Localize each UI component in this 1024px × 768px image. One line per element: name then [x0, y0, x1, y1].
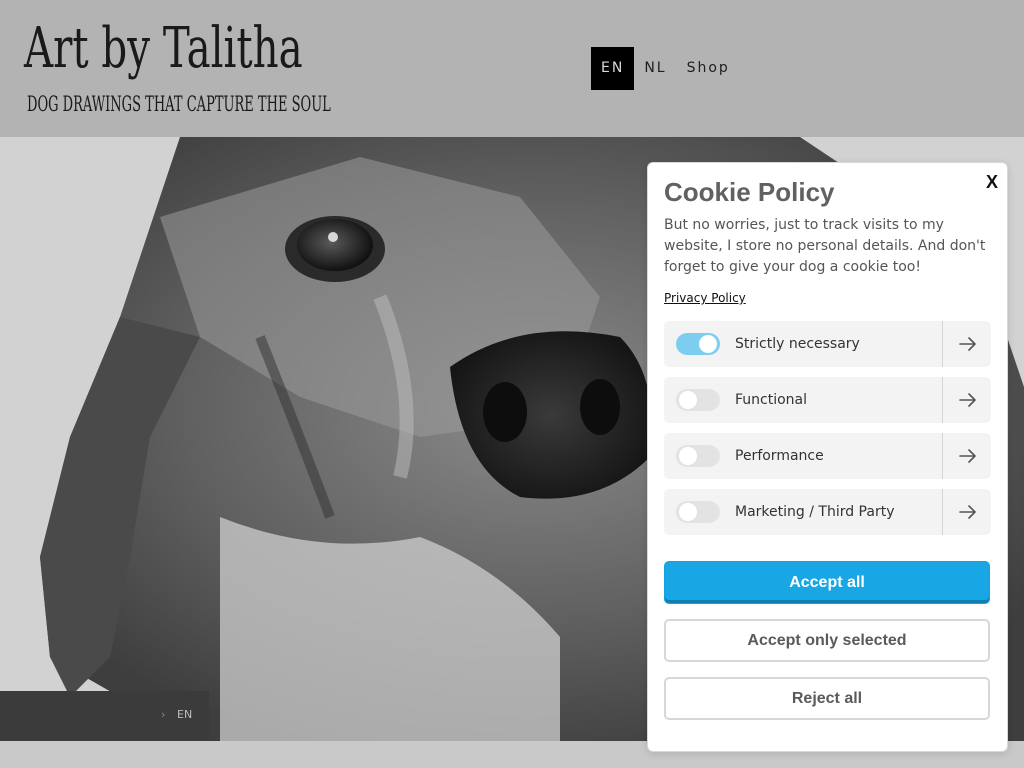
cookie-dialog: Cookie Policy X But no worries, just to … — [647, 162, 1008, 752]
toggle-knob — [679, 503, 697, 521]
close-button[interactable]: X — [985, 171, 999, 192]
language-selector-bar[interactable]: › EN — [0, 691, 209, 741]
site-logo[interactable]: Art by Talitha DOG DRAWINGS THAT CAPTURE… — [24, 14, 331, 124]
marketing-toggle[interactable] — [676, 501, 720, 523]
current-language-label: EN — [177, 708, 193, 721]
functional-toggle[interactable] — [676, 389, 720, 411]
accept-all-button[interactable]: Accept all — [664, 561, 990, 604]
nav-item-nl[interactable]: NL — [634, 47, 676, 90]
toggle-knob — [679, 391, 697, 409]
category-functional: Functional — [664, 377, 991, 423]
divider — [942, 433, 943, 479]
category-label: Performance — [735, 448, 824, 464]
chevron-right-icon: › — [161, 708, 166, 721]
arrow-right-icon[interactable] — [958, 390, 978, 410]
main-nav: EN NL Shop — [591, 47, 740, 90]
logo-subtitle: DOG DRAWINGS THAT CAPTURE THE SOUL — [27, 92, 331, 116]
performance-toggle[interactable] — [676, 445, 720, 467]
arrow-right-icon[interactable] — [958, 446, 978, 466]
reject-all-button[interactable]: Reject all — [664, 677, 990, 720]
site-header: Art by Talitha DOG DRAWINGS THAT CAPTURE… — [0, 0, 1024, 137]
category-marketing: Marketing / Third Party — [664, 489, 991, 535]
category-label: Functional — [735, 392, 808, 408]
logo-title: Art by Talitha — [24, 16, 303, 81]
toggle-knob — [679, 447, 697, 465]
strictly-necessary-toggle[interactable] — [676, 333, 720, 355]
arrow-right-icon[interactable] — [958, 502, 978, 522]
privacy-policy-link[interactable]: Privacy Policy — [664, 290, 746, 306]
nav-item-shop[interactable]: Shop — [677, 47, 740, 90]
accept-selected-button[interactable]: Accept only selected — [664, 619, 990, 662]
category-performance: Performance — [664, 433, 991, 479]
category-label: Marketing / Third Party — [735, 504, 895, 520]
divider — [942, 377, 943, 423]
cookie-dialog-title: Cookie Policy — [664, 177, 835, 207]
cookie-description: But no worries, just to track visits to … — [664, 217, 986, 275]
divider — [942, 321, 943, 367]
category-strictly-necessary: Strictly necessary — [664, 321, 991, 367]
arrow-right-icon[interactable] — [958, 334, 978, 354]
category-label: Strictly necessary — [735, 336, 860, 352]
divider — [942, 489, 943, 535]
toggle-knob — [699, 335, 717, 353]
nav-item-en[interactable]: EN — [591, 47, 635, 90]
page: Art by Talitha DOG DRAWINGS THAT CAPTURE… — [0, 0, 1024, 768]
